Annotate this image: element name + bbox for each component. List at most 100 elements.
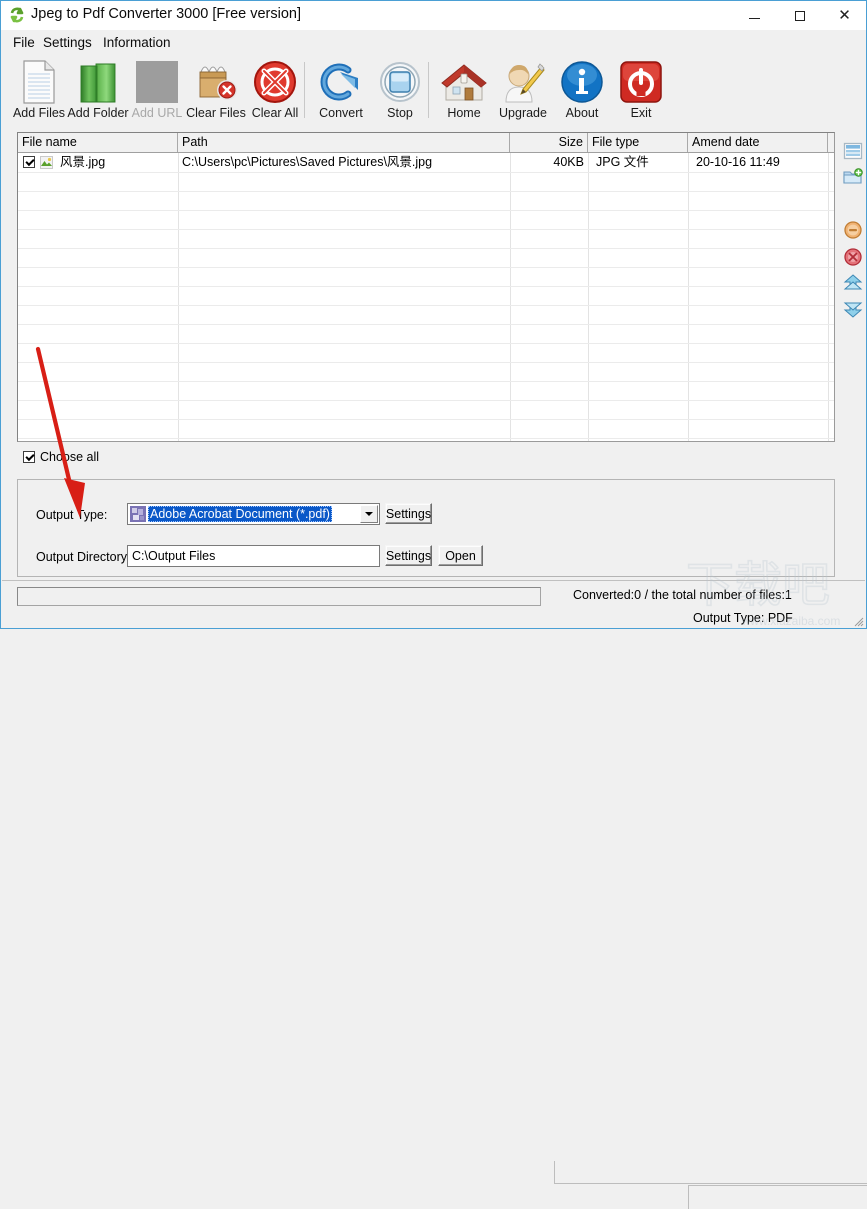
maximize-button[interactable] xyxy=(777,1,822,30)
grid-divider xyxy=(18,191,834,192)
minimize-button[interactable] xyxy=(732,1,777,30)
move-down-icon[interactable] xyxy=(843,300,863,320)
side-tool-strip xyxy=(839,132,867,322)
toolbar-label-upgrade: Upgrade xyxy=(499,106,547,120)
toolbar-label-stop: Stop xyxy=(387,106,413,120)
column-header-file-type[interactable]: File type xyxy=(588,133,688,152)
resize-grip-icon[interactable] xyxy=(852,614,864,627)
output-directory-open-button[interactable]: Open xyxy=(438,545,483,566)
file-list-body: 风景.jpg C:\Users\pc\Pictures\Saved Pictur… xyxy=(18,153,834,441)
cell-size: 40KB xyxy=(553,155,584,169)
grid-divider xyxy=(18,343,834,344)
green-folder-icon xyxy=(65,58,131,105)
grid-divider xyxy=(18,305,834,306)
cell-path: C:\Users\pc\Pictures\Saved Pictures\风景.j… xyxy=(182,155,433,169)
output-type-status-text: Output Type: PDF xyxy=(693,611,793,625)
output-directory-settings-button[interactable]: Settings xyxy=(385,545,432,566)
column-header-size[interactable]: Size xyxy=(510,133,588,152)
toolbar-button-convert[interactable]: Convert xyxy=(308,56,374,125)
toolbar-separator-2 xyxy=(428,62,429,118)
grid-divider xyxy=(588,153,589,441)
table-row[interactable]: 风景.jpg C:\Users\pc\Pictures\Saved Pictur… xyxy=(18,153,834,172)
toolbar-button-exit[interactable]: Exit xyxy=(608,56,674,125)
grid-divider xyxy=(18,362,834,363)
toolbar-button-upgrade[interactable]: Upgrade xyxy=(490,56,556,125)
grid-divider xyxy=(828,153,829,441)
output-directory-value: C:\Output Files xyxy=(132,549,216,563)
grid-divider xyxy=(18,210,834,211)
close-icon: ✕ xyxy=(838,6,851,24)
close-button[interactable]: ✕ xyxy=(822,1,867,30)
output-type-settings-button[interactable]: Settings xyxy=(385,503,432,524)
red-power-icon xyxy=(608,58,674,105)
minimize-icon xyxy=(749,17,760,19)
list-window-icon[interactable] xyxy=(843,142,863,162)
toolbar-label-exit: Exit xyxy=(630,106,652,120)
window-title: Jpeg to Pdf Converter 3000 [Free version… xyxy=(31,6,302,22)
grid-divider xyxy=(510,153,511,441)
house-icon xyxy=(431,58,497,105)
toolbar-label-add-url: Add URL xyxy=(131,106,183,120)
output-type-value: Adobe Acrobat Document (*.pdf) xyxy=(148,506,332,522)
toolbar: Add Files Add Folder Add URL Clear Files… xyxy=(1,54,866,127)
output-directory-input[interactable]: C:\Output Files xyxy=(127,545,380,567)
app-icon xyxy=(9,7,25,23)
column-header-amend-date[interactable]: Amend date xyxy=(688,133,828,152)
cell-amend-date: 20-10-16 11:49 xyxy=(696,155,780,169)
toolbar-button-about[interactable]: About xyxy=(549,56,615,125)
pdf-file-icon xyxy=(130,506,146,522)
application-window: Jpeg to Pdf Converter 3000 [Free version… xyxy=(0,0,867,1209)
grid-divider xyxy=(18,381,834,382)
file-list-header: File name Path Size File type Amend date xyxy=(18,133,834,153)
grid-divider xyxy=(18,229,834,230)
grid-divider xyxy=(18,400,834,401)
toolbar-button-clear-files[interactable]: Clear Files xyxy=(183,56,249,125)
maximize-icon xyxy=(794,10,805,21)
conversion-progress-bar xyxy=(17,587,541,606)
title-bar: Jpeg to Pdf Converter 3000 [Free version… xyxy=(1,1,866,30)
user-pencil-icon xyxy=(490,58,556,105)
grid-divider xyxy=(178,153,179,441)
toolbar-label-convert: Convert xyxy=(319,106,363,120)
move-up-icon[interactable] xyxy=(843,274,863,294)
file-list[interactable]: File name Path Size File type Amend date xyxy=(17,132,835,442)
column-header-file-name[interactable]: File name xyxy=(18,133,178,152)
row-checkbox[interactable] xyxy=(23,156,35,168)
menu-information[interactable]: Information xyxy=(97,33,177,52)
output-directory-label: Output Directory: xyxy=(36,550,131,564)
jpeg-thumbnail-icon xyxy=(40,156,53,169)
grid-divider xyxy=(18,286,834,287)
grid-divider xyxy=(18,267,834,268)
choose-all-box[interactable] xyxy=(23,451,35,463)
grid-divider xyxy=(18,248,834,249)
delete-red-icon[interactable] xyxy=(843,247,863,267)
toolbar-label-add-folder: Add Folder xyxy=(67,106,129,120)
column-header-path[interactable]: Path xyxy=(178,133,510,152)
toolbar-button-add-url: Add URL xyxy=(124,56,190,125)
menu-file[interactable]: File xyxy=(7,33,41,52)
toolbar-separator-1 xyxy=(304,62,305,118)
status-cell-converted xyxy=(554,1161,867,1184)
add-folder-icon[interactable] xyxy=(843,168,863,188)
toolbar-button-clear-all[interactable]: Clear All xyxy=(242,56,308,125)
grid-divider xyxy=(18,438,834,439)
toolbar-button-add-files[interactable]: Add Files xyxy=(6,56,72,125)
chevron-down-icon[interactable] xyxy=(360,505,378,523)
cell-file-type: JPG 文件 xyxy=(596,155,649,169)
remove-minus-icon[interactable] xyxy=(843,220,863,240)
red-cross-circle-icon xyxy=(242,58,308,105)
choose-all-label: Choose all xyxy=(40,450,100,464)
toolbar-label-about: About xyxy=(565,106,599,120)
cell-file-name: 风景.jpg xyxy=(60,155,106,169)
toolbar-label-add-files: Add Files xyxy=(12,106,66,120)
column-header-spacer xyxy=(828,133,834,152)
grid-divider xyxy=(18,324,834,325)
toolbar-button-stop[interactable]: Stop xyxy=(367,56,433,125)
blue-go-arrow-icon xyxy=(308,58,374,105)
blank-gray-icon xyxy=(124,58,190,105)
menu-settings[interactable]: Settings xyxy=(37,33,98,52)
stop-square-icon xyxy=(367,58,433,105)
output-type-combobox[interactable]: Adobe Acrobat Document (*.pdf) xyxy=(127,503,380,525)
toolbar-button-home[interactable]: Home xyxy=(431,56,497,125)
toolbar-button-add-folder[interactable]: Add Folder xyxy=(65,56,131,125)
